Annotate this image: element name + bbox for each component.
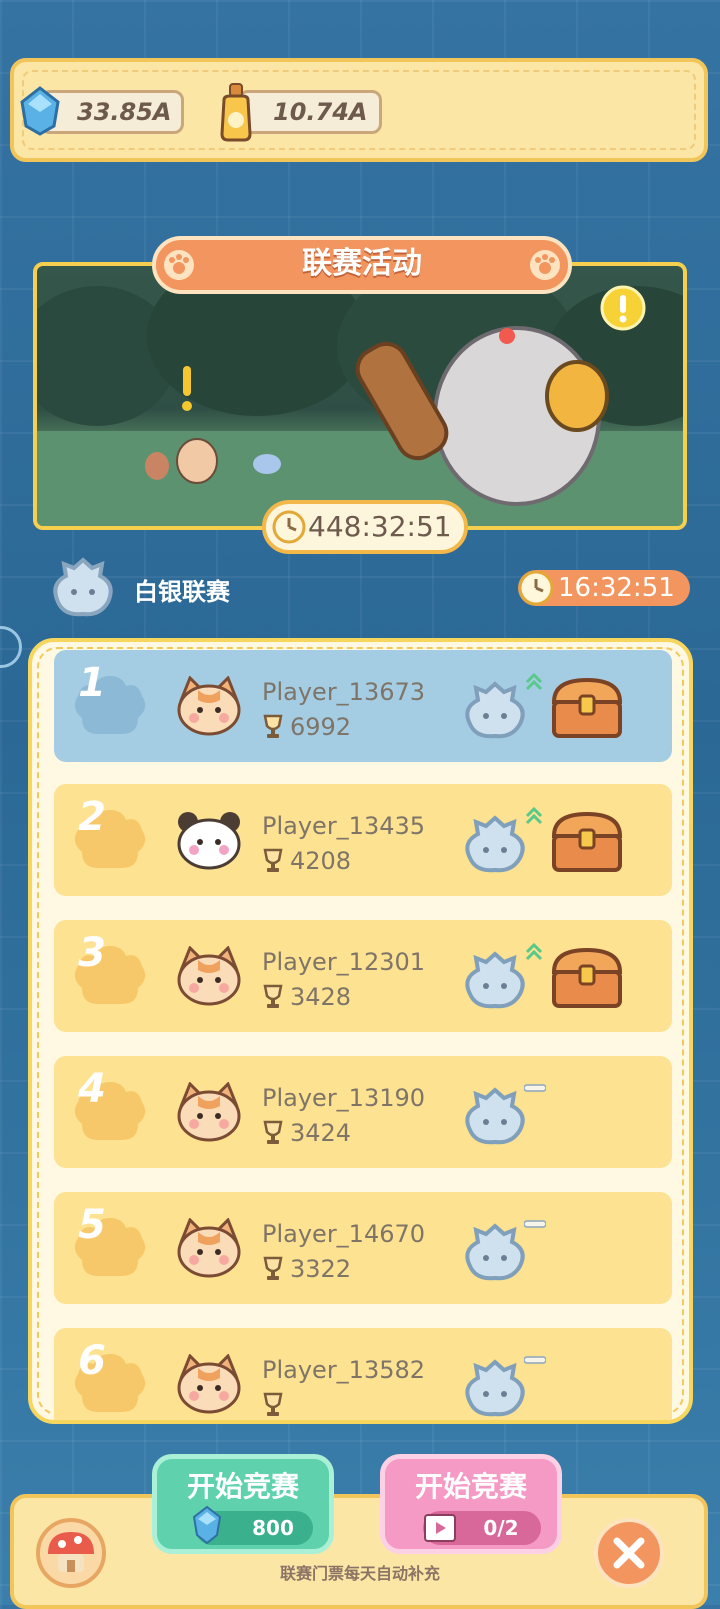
gem-amount: 33.85A [77,98,172,126]
silver-league-icon [465,1223,525,1281]
player-score: 6992 [290,713,352,741]
player-score: 3428 [290,983,352,1011]
gem-cost-pill: 800 [192,1505,313,1545]
potion-counter[interactable]: 10.74A [238,90,382,134]
rank-number: 3 [78,930,106,976]
silver-league-icon [465,1359,525,1417]
start-race-ad-button[interactable]: 开始竞赛 0/2 [380,1454,562,1554]
cat-face-avatar-icon [177,1082,241,1142]
player-score: 4208 [290,847,352,875]
ad-count: 0/2 [483,1516,519,1540]
player-name: Player_13582 [262,1356,426,1384]
rank-same-dash-icon [524,1220,546,1228]
league-name: 白银联赛 [134,578,230,606]
player-name: Player_13435 [262,812,426,840]
player-score: 3322 [290,1255,352,1283]
rank-up-arrow-icon [525,942,543,961]
league-timer: 16:32:51 [518,570,690,606]
clock-icon [272,510,306,544]
treasure-chest-icon[interactable] [548,808,626,876]
player-name: Player_14670 [262,1220,426,1248]
leaderboard-row[interactable]: 2 Player_13435 4208 [54,784,672,896]
silver-league-icon [465,681,525,739]
event-timer-text: 448:32:51 [308,510,452,543]
rank-number: 5 [78,1202,106,1248]
clock-icon [518,570,554,606]
forest-scene [37,266,683,526]
trophy-icon [263,984,283,1008]
diamond-icon [192,1505,222,1545]
rank-number: 2 [78,794,106,840]
trophy-icon [263,1256,283,1280]
rank-number: 6 [78,1338,106,1384]
player-score: 3424 [290,1119,352,1147]
player-name: Player_12301 [262,948,426,976]
start-race-label: 开始竞赛 [186,1470,299,1503]
leaderboard-row[interactable]: 6 Player_13582 [54,1328,672,1420]
treasure-chest-icon[interactable] [548,944,626,1012]
trophy-icon [263,848,283,872]
potion-bottle-icon [220,83,252,142]
start-race-gem-button[interactable]: 开始竞赛 800 [152,1454,334,1554]
rank-same-dash-icon [524,1356,546,1364]
leaderboard-panel[interactable]: 1 Player_13673 6992 2 Player_13435 4208 3 Playe… [28,638,693,1424]
start-race-label: 开始竞赛 [414,1470,527,1503]
event-timer: 448:32:51 [262,500,468,554]
potion-amount: 10.74A [273,98,368,126]
cat-face-avatar-icon [177,1354,241,1414]
leaderboard-row[interactable]: 4 Player_13190 3424 [54,1056,672,1168]
paw-icon-left [164,250,194,280]
silver-league-icon [465,815,525,873]
diamond-icon [20,86,60,136]
cat-face-avatar-icon [177,1218,241,1278]
rank-same-dash-icon [524,1084,546,1092]
rank-number: 4 [78,1066,106,1112]
leaderboard-row[interactable]: 5 Player_14670 3322 [54,1192,672,1304]
rank-up-arrow-icon [525,672,543,691]
paw-icon-right [530,250,560,280]
video-ad-icon [424,1514,456,1542]
cat-face-avatar-icon [177,676,241,736]
silver-league-icon [53,557,113,617]
silver-league-icon [465,951,525,1009]
treasure-chest-icon[interactable] [548,674,626,742]
leaderboard-row[interactable]: 1 Player_13673 6992 [54,650,672,762]
info-alert-icon[interactable] [599,284,647,332]
league-timer-text: 16:32:51 [558,573,675,603]
player-name: Player_13190 [262,1084,426,1112]
trophy-icon [263,1120,283,1144]
silver-league-icon [465,1087,525,1145]
trophy-icon [263,1392,283,1416]
ticket-refill-hint: 联赛门票每天自动补充 [279,1564,440,1583]
event-banner[interactable] [33,262,687,530]
player-name: Player_13673 [262,678,426,706]
event-title: 联赛活动 [152,236,572,294]
leaderboard-row[interactable]: 3 Player_12301 3428 [54,920,672,1032]
side-tab-button[interactable] [0,626,22,668]
trophy-icon [263,714,283,738]
rank-number: 1 [78,660,106,706]
ad-count-pill: 0/2 [423,1511,541,1545]
cat-face-avatar-icon [177,946,241,1006]
rank-up-arrow-icon [525,806,543,825]
gem-cost: 800 [252,1516,294,1540]
panda-face-avatar-icon [177,812,241,870]
